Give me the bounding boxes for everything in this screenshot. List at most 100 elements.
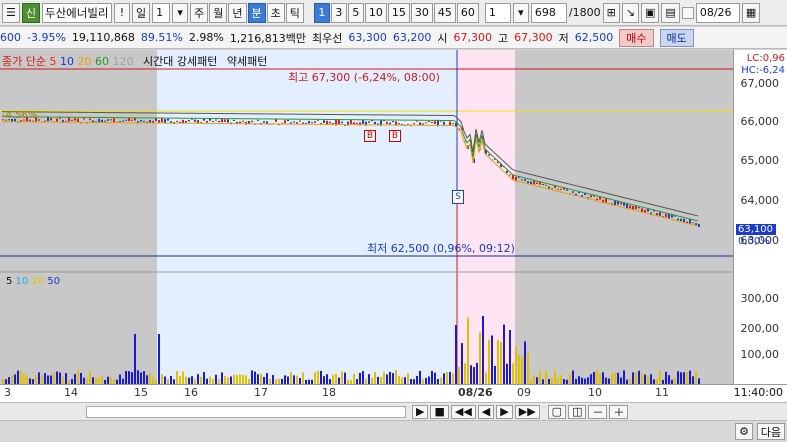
volume-bar bbox=[197, 374, 199, 384]
price-change: 600 bbox=[0, 31, 21, 44]
interval-button[interactable]: 15 bbox=[387, 2, 410, 23]
count-input[interactable]: 1 bbox=[484, 2, 511, 23]
candle bbox=[584, 193, 586, 196]
volume-bar bbox=[242, 375, 244, 384]
time-tick-label: 16 bbox=[184, 386, 198, 399]
split-icon[interactable]: ◫ bbox=[568, 404, 587, 419]
volume-ma-legend-item[interactable]: 5 bbox=[6, 276, 16, 287]
calendar-icon[interactable]: ▦ bbox=[741, 2, 761, 23]
period-button[interactable]: 월 bbox=[209, 2, 228, 23]
bars-current-input[interactable]: 698 bbox=[530, 2, 567, 23]
interval-button[interactable]: 45 bbox=[433, 2, 456, 23]
volume-ma-legend-item[interactable]: 10 bbox=[16, 276, 32, 287]
chevron-down-icon[interactable]: ▾ bbox=[512, 2, 529, 23]
session-shade-pink bbox=[457, 50, 515, 384]
turnover: 2.98% bbox=[188, 31, 224, 44]
ma-legend-item[interactable]: 20 bbox=[74, 55, 91, 68]
candle bbox=[428, 121, 430, 123]
candle bbox=[218, 120, 220, 123]
volume-bar bbox=[545, 370, 547, 384]
period-count-input[interactable]: 1 bbox=[152, 2, 171, 23]
rewind-icon[interactable]: ◀◀ bbox=[450, 404, 476, 419]
stock-name-field[interactable]: 두산에너빌리 bbox=[42, 2, 112, 23]
volume-bar bbox=[695, 371, 697, 384]
date-checkbox[interactable] bbox=[681, 6, 694, 19]
grid-icon[interactable]: ⊞ bbox=[602, 2, 620, 23]
volume-bar bbox=[467, 317, 469, 384]
scroll-thumb[interactable] bbox=[86, 405, 406, 418]
interval-button[interactable]: 60 bbox=[456, 2, 479, 23]
sell-button[interactable]: 매도 bbox=[659, 28, 694, 47]
candle bbox=[209, 118, 211, 121]
volume-bar bbox=[158, 334, 160, 384]
volume-bar bbox=[428, 376, 430, 384]
volume-ma-legend-item[interactable]: 20 bbox=[31, 276, 47, 287]
candle bbox=[251, 120, 253, 123]
menu-icon[interactable]: ☰ bbox=[2, 2, 20, 23]
candle bbox=[176, 120, 178, 122]
fast-forward-icon[interactable]: ▶▶ bbox=[514, 404, 540, 419]
volume-bar bbox=[443, 373, 445, 384]
tools-icon[interactable]: ↘ bbox=[621, 2, 640, 23]
next-button[interactable]: 다음 bbox=[756, 423, 785, 440]
volume-bar bbox=[62, 376, 64, 384]
back-icon[interactable]: ◀ bbox=[477, 404, 495, 419]
settings-gear-icon[interactable]: ⚙ bbox=[735, 423, 753, 440]
time-label: 11:40:00 bbox=[733, 386, 783, 399]
volume-bar bbox=[524, 341, 526, 384]
volume-bar bbox=[536, 377, 538, 384]
candle bbox=[170, 121, 172, 123]
interval-button[interactable]: 5 bbox=[347, 2, 364, 23]
play-icon[interactable]: ▶ bbox=[412, 404, 429, 419]
ma-legend-item[interactable]: 10 bbox=[56, 55, 74, 68]
interval-button[interactable]: 30 bbox=[410, 2, 433, 23]
interval-button[interactable]: 1 bbox=[313, 2, 330, 23]
price-chart[interactable]: 종가 단순 5 10 20 60 120 시간대 강세패턴 약세패턴 최고 67… bbox=[0, 50, 733, 384]
interval-button[interactable]: 3 bbox=[330, 2, 347, 23]
forward-icon[interactable]: ▶ bbox=[496, 404, 513, 419]
period-button[interactable]: 주 bbox=[190, 2, 209, 23]
volume-bar bbox=[152, 376, 154, 384]
volume-bar bbox=[254, 371, 256, 384]
period-button[interactable]: 분 bbox=[247, 2, 266, 23]
candle bbox=[275, 119, 277, 122]
save-icon[interactable]: ▣ bbox=[641, 2, 660, 23]
candle bbox=[206, 120, 208, 123]
chevron-down-icon[interactable]: ▾ bbox=[172, 2, 189, 23]
volume-bar bbox=[476, 362, 478, 384]
volume-bar bbox=[479, 332, 481, 384]
ma-legend-item[interactable]: 120 bbox=[109, 55, 133, 68]
volume-bar bbox=[149, 373, 151, 384]
volume-bar bbox=[611, 373, 613, 384]
candle bbox=[47, 117, 49, 122]
buy-button[interactable]: 매수 bbox=[619, 28, 654, 47]
volume-bar bbox=[665, 371, 667, 384]
volume-bar bbox=[284, 375, 286, 384]
ma-legend-item[interactable]: 60 bbox=[91, 55, 109, 68]
period-button[interactable]: 틱 bbox=[285, 2, 304, 23]
volume-ma-legend-item[interactable]: 50 bbox=[47, 276, 60, 287]
period-day-button[interactable]: 일 bbox=[132, 2, 151, 23]
candle bbox=[422, 123, 424, 125]
volume-bar bbox=[527, 351, 529, 384]
zoom-fit-icon[interactable]: ▢ bbox=[547, 404, 567, 419]
chart-scrollbar[interactable]: ▶ ■ ◀◀ ◀ ▶ ▶▶ ▢ ◫ － ＋ bbox=[0, 402, 787, 420]
period-button[interactable]: 초 bbox=[266, 2, 285, 23]
zoom-out-icon[interactable]: － bbox=[588, 404, 608, 419]
interval-button[interactable]: 10 bbox=[364, 2, 387, 23]
alert-button[interactable]: ! bbox=[114, 2, 130, 23]
session-shade-blue bbox=[157, 50, 457, 384]
period-button[interactable]: 년 bbox=[228, 2, 247, 23]
candle bbox=[413, 123, 415, 125]
date-input[interactable]: 08/26 bbox=[695, 2, 740, 23]
volume-bar bbox=[176, 370, 178, 384]
volume-bar bbox=[593, 371, 595, 384]
volume-bar bbox=[11, 375, 13, 384]
high-annotation: 최고 67,300 (-6,24%, 08:00) bbox=[288, 71, 440, 84]
stop-icon[interactable]: ■ bbox=[430, 404, 449, 419]
volume-bar bbox=[191, 376, 193, 384]
time-tick-label: 14 bbox=[64, 386, 78, 399]
high-price: 67,300 bbox=[514, 31, 553, 44]
zoom-in-icon[interactable]: ＋ bbox=[609, 404, 629, 419]
print-icon[interactable]: ▤ bbox=[661, 2, 680, 23]
